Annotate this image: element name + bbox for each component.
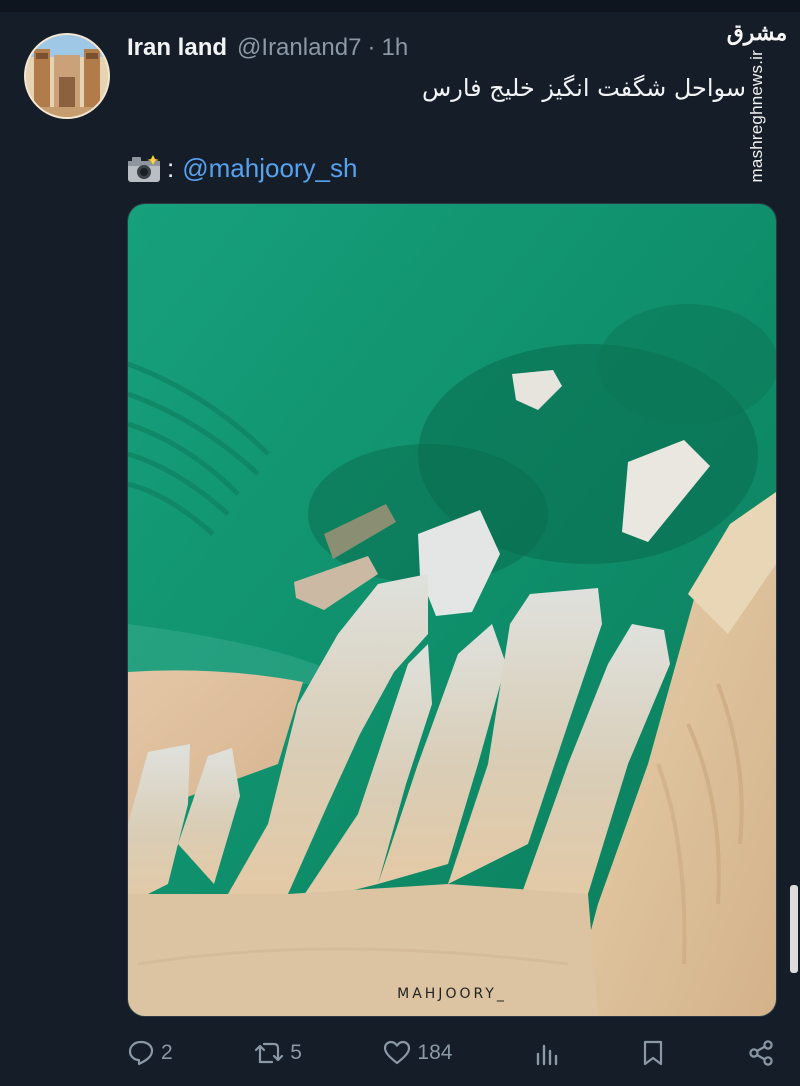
- author-handle[interactable]: @Iranland7: [237, 34, 361, 62]
- camera-icon: [127, 154, 161, 184]
- bookmark-button[interactable]: [641, 1039, 665, 1067]
- like-count: 184: [417, 1041, 453, 1064]
- avatar-image: [26, 35, 108, 117]
- like-icon: [384, 1040, 411, 1065]
- credit-colon: :: [167, 153, 175, 183]
- views-icon: [536, 1044, 558, 1066]
- tweet-actions: 2 5 184: [127, 1035, 775, 1071]
- reply-button[interactable]: 2: [127, 1039, 173, 1067]
- tweet-header: Iran land @Iranland7 · 1h: [127, 31, 408, 65]
- tweet-photo[interactable]: MAHJOORY_: [127, 203, 777, 1017]
- share-button[interactable]: [747, 1039, 775, 1067]
- credit-mention-link[interactable]: @mahjoory_sh: [182, 153, 357, 184]
- views-button[interactable]: [534, 1040, 560, 1066]
- photo-credit-line: : @mahjoory_sh: [127, 153, 357, 184]
- reply-count: 2: [161, 1041, 173, 1064]
- bookmark-icon: [644, 1040, 663, 1066]
- top-divider: [0, 0, 800, 12]
- reply-icon: [128, 1040, 154, 1066]
- like-button[interactable]: 184: [383, 1040, 452, 1066]
- watermark-logo: مشرق: [726, 20, 788, 46]
- repost-button[interactable]: 5: [254, 1040, 302, 1066]
- repost-count: 5: [290, 1041, 302, 1064]
- avatar[interactable]: [24, 33, 110, 119]
- share-icon: [749, 1040, 773, 1066]
- watermark-site: mashreghnews.ir: [747, 50, 766, 183]
- timestamp[interactable]: 1h: [381, 34, 408, 62]
- repost-icon: [255, 1042, 284, 1064]
- coastline-aerial-image: [128, 204, 776, 1016]
- author-name[interactable]: Iran land: [127, 34, 227, 62]
- separator-dot: ·: [367, 34, 376, 61]
- photo-watermark: MAHJOORY_: [397, 986, 507, 1002]
- tweet-text: سواحل شگفت انگیز خلیج فارس: [421, 74, 746, 102]
- news-watermark: مشرق mashreghnews.ir: [727, 20, 788, 182]
- scrollbar-thumb[interactable]: [790, 885, 798, 973]
